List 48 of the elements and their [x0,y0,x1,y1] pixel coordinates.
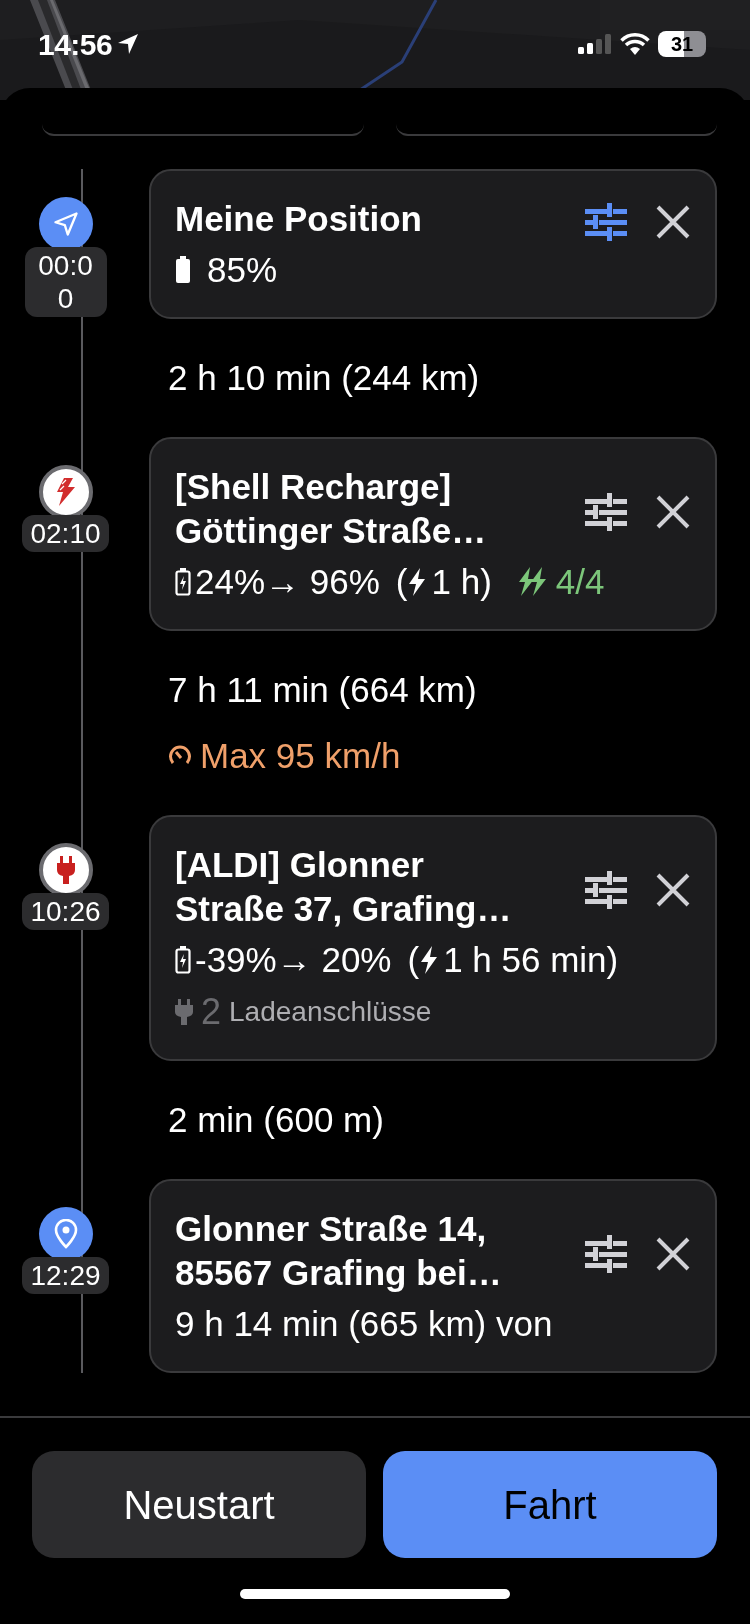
charging-battery-icon [175,946,191,974]
filter-button[interactable] [585,203,627,241]
filter-button[interactable] [585,871,627,909]
plug-icon [54,856,77,884]
stop-title: Glonner Straße 14, 85567 Grafing bei… [175,1208,503,1294]
route-summary: 9 h 14 min (665 km) von [175,1303,553,1345]
filter-button[interactable] [585,1235,627,1273]
start-button[interactable]: Fahrt [383,1451,717,1558]
time-label: 02:10 [22,515,109,552]
time-label: 10:26 [22,893,109,930]
close-button[interactable] [655,203,691,241]
location-pin-icon [52,1219,79,1249]
navigation-icon [51,210,80,238]
battery-level: 85% [207,249,278,291]
location-arrow-icon [116,32,141,56]
charging-battery-icon [175,568,191,596]
leg-duration: 2 h 10 min (244 km) [168,357,480,399]
port-count: 2 [201,990,222,1034]
wifi-icon [620,33,650,55]
battery-level: 31 [658,31,706,57]
time-label: 00:00 [24,247,107,317]
stop-title: [Shell Recharge] Göttinger Straße… [175,466,488,552]
leg-duration: 7 h 11 min (664 km) [168,669,477,711]
close-button[interactable] [655,871,691,909]
close-button[interactable] [655,1235,691,1273]
bolt-icon [407,568,428,596]
stop-title: [ALDI] Glonner Straße 37, Grafing… [175,844,513,930]
time-label: 12:29 [22,1257,109,1294]
restart-button[interactable]: Neustart [32,1451,366,1558]
charge-duration: 1 h) [431,561,492,603]
leg-duration: 2 min (600 m) [168,1099,384,1141]
port-label: Ladeanschlüsse [229,995,432,1029]
plug-icon [175,999,193,1025]
charge-range: -39%→ 20% [195,939,392,981]
charge-duration: 1 h 56 min) [443,939,619,981]
charge-range: 24%→ 96% [195,561,380,603]
lightning-icon [54,478,77,506]
close-button[interactable] [655,493,691,531]
charger-availability: 4/4 [555,561,605,603]
stop-title: Meine Position [175,198,423,240]
bolt-icon [419,946,440,974]
paren-text: ( [395,561,408,603]
signal-icon [578,34,612,54]
speed-limit: Max 95 km/h [200,735,401,777]
battery-icon [175,256,191,284]
filter-button[interactable] [585,493,627,531]
paren-text: ( [407,939,420,981]
status-time: 14:56 [38,26,113,63]
